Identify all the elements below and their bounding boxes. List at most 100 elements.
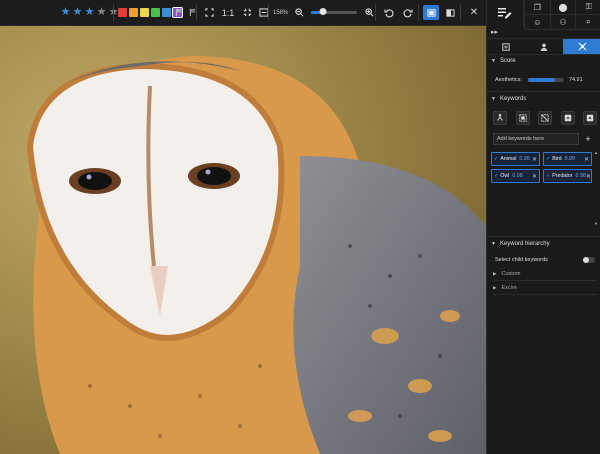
- zoom-slider[interactable]: [311, 8, 358, 15]
- chevron-down-icon: ▼: [491, 241, 496, 247]
- aesthetics-score: Aesthetics: 74.91: [495, 75, 599, 85]
- aesthetics-value: 74.91: [568, 77, 583, 83]
- keyword-chips: ✓ Animal 0.99 ✕ ✓ Bird 0.99 ✕ ✓ Owl 0.98 ✕ ✓ Predator…: [491, 152, 593, 228]
- panel-header: ❐ ⬤ ⚿ ☺ ⚇ ⌕: [487, 0, 600, 30]
- star-icon[interactable]: ★: [72, 7, 83, 18]
- chevron-down-icon: ▼: [491, 96, 496, 102]
- zoom-out-icon[interactable]: [292, 5, 306, 20]
- owl-photo: [0, 26, 486, 454]
- star-icon[interactable]: ★: [84, 7, 95, 18]
- remove-keyword-icon[interactable]: ✕: [532, 173, 537, 180]
- rotate-left-icon[interactable]: [382, 5, 396, 20]
- add-keyword-button[interactable]: +: [582, 133, 594, 145]
- single-view-icon[interactable]: [423, 5, 439, 20]
- zoom-controls: 158%: [273, 4, 376, 21]
- rotate-right-icon[interactable]: [401, 5, 415, 20]
- zoom-slider-knob[interactable]: [319, 8, 327, 15]
- hierarchy-section-header[interactable]: ▼ Keyword hierarchy: [487, 238, 600, 250]
- panel-tabs: [487, 38, 600, 55]
- fit-screen-icon[interactable]: [202, 5, 216, 20]
- keyword-name: Animal: [500, 156, 517, 162]
- hierarchy-title: Keyword hierarchy: [499, 241, 550, 247]
- keyword-chip[interactable]: ✓ Animal 0.99 ✕: [491, 152, 540, 166]
- keyword-confidence: 0.99: [564, 156, 575, 162]
- keyword-deselect-icon[interactable]: [538, 111, 552, 125]
- panel-icon-grid: ❐ ⬤ ⚿ ☺ ⚇ ⌕: [524, 0, 600, 30]
- compare-view-icon[interactable]: [443, 5, 457, 20]
- select-child-keywords-row: Select child keywords: [495, 255, 599, 265]
- keyword-chip[interactable]: ✓ Owl 0.98 ✕: [491, 169, 540, 183]
- check-icon[interactable]: ✓: [494, 173, 498, 179]
- keyword-confidence: 0.98: [512, 173, 523, 179]
- color-label-swatch[interactable]: [151, 8, 160, 17]
- keyword-tools: [493, 111, 597, 125]
- keyword-chip[interactable]: ✓ Bird 0.99 ✕: [543, 152, 592, 166]
- keyword-confidence: 0.99: [519, 156, 530, 162]
- color-label-swatch[interactable]: [118, 8, 127, 17]
- hierarchy-item-custom[interactable]: ▶ Custom: [493, 268, 597, 279]
- hierarchy-item-excire[interactable]: ▶ Excire: [493, 282, 597, 293]
- chevron-right-icon: ▶: [493, 270, 497, 276]
- person-tab-icon[interactable]: [525, 39, 563, 54]
- remove-keyword-icon[interactable]: ✕: [532, 156, 537, 163]
- center-icon[interactable]: [240, 5, 254, 20]
- check-icon[interactable]: ✓: [494, 156, 498, 162]
- star-icon[interactable]: ★: [60, 7, 71, 18]
- top-toolbar: ★ ★ ★ ★ ★ 1:1: [0, 0, 486, 26]
- star-rating[interactable]: ★ ★ ★ ★ ★: [60, 4, 120, 21]
- close-viewer: ✕: [467, 4, 481, 21]
- zoom-percentage: 158%: [273, 9, 289, 16]
- keyword-select-icon[interactable]: [515, 111, 530, 125]
- location-icon[interactable]: ⬤: [549, 0, 576, 15]
- keywords-section-header[interactable]: ▼ Keywords: [487, 93, 600, 105]
- view-mode-buttons: [423, 4, 457, 21]
- keyword-name: Owl: [500, 173, 510, 179]
- actual-size-button[interactable]: 1:1: [219, 5, 237, 20]
- keyword-import-icon[interactable]: [560, 111, 575, 125]
- remove-keyword-icon[interactable]: ✕: [584, 156, 589, 163]
- star-icon[interactable]: ★: [96, 7, 107, 18]
- aesthetics-bar-fill: [527, 78, 555, 82]
- keyword-name: Predator: [552, 173, 573, 179]
- copy-icon[interactable]: ❐: [524, 0, 550, 15]
- keyword-tree-icon[interactable]: [493, 111, 507, 125]
- ai-tab-icon[interactable]: [563, 39, 600, 54]
- keywords-title: Keywords: [499, 96, 527, 102]
- keyword-chip[interactable]: ✓ Predator 0.98 ✕: [543, 169, 592, 183]
- color-label-swatch[interactable]: [129, 8, 138, 17]
- edit-metadata-icon[interactable]: [487, 0, 524, 26]
- scroll-down-icon[interactable]: ▼: [594, 221, 598, 226]
- keyword-export-icon[interactable]: [583, 111, 597, 125]
- color-label-swatch[interactable]: [162, 8, 171, 17]
- right-panel: ❐ ⬤ ⚿ ☺ ⚇ ⌕ ▸▸ ▼ Score Aesthetics: 74.91…: [486, 0, 600, 454]
- add-keyword-input[interactable]: Add keywords here: [493, 133, 579, 145]
- score-section-header[interactable]: ▼ Score: [487, 55, 600, 67]
- keyword-scrollbar[interactable]: ▲ ▼: [594, 150, 598, 232]
- key-icon[interactable]: ⚿: [575, 0, 600, 15]
- search-icon[interactable]: ⌕: [575, 15, 600, 30]
- chevron-right-icon: ▶: [493, 284, 497, 290]
- close-icon[interactable]: ✕: [467, 5, 481, 20]
- check-icon[interactable]: ✓: [546, 173, 550, 179]
- keyword-name: Bird: [552, 156, 562, 162]
- check-icon[interactable]: ✓: [546, 156, 550, 162]
- scroll-up-icon[interactable]: ▲: [594, 150, 598, 155]
- face-icon[interactable]: ☺: [524, 15, 550, 30]
- chevron-down-icon: ▼: [491, 58, 496, 64]
- rotate-buttons: [382, 4, 415, 21]
- pick-flag-icon[interactable]: [172, 5, 186, 20]
- people-icon[interactable]: ⚇: [549, 15, 576, 30]
- select-child-label: Select child keywords: [495, 257, 548, 263]
- remove-keyword-icon[interactable]: ✕: [586, 173, 591, 180]
- collapse-panel-icon[interactable]: ▸▸: [491, 28, 498, 36]
- color-label-swatch[interactable]: [140, 8, 149, 17]
- select-child-toggle[interactable]: [583, 257, 595, 263]
- score-title: Score: [499, 58, 516, 64]
- photo-canvas[interactable]: [0, 26, 486, 454]
- info-tab-icon[interactable]: [487, 39, 525, 54]
- reject-flag-icon[interactable]: [186, 5, 200, 20]
- view-size-buttons: 1:1: [202, 4, 271, 21]
- photo-viewer-app: ★ ★ ★ ★ ★ 1:1: [0, 0, 600, 454]
- aesthetics-bar: [527, 78, 564, 82]
- keyword-confidence: 0.98: [575, 173, 586, 179]
